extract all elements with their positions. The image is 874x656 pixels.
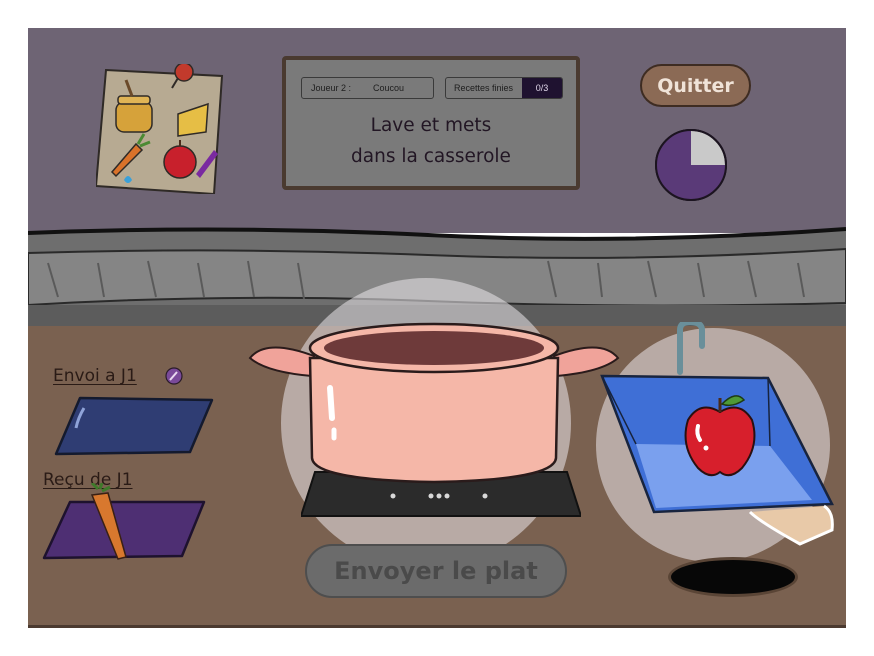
send-to-j1-label: Envoi a J1 [53, 366, 137, 386]
send-tray[interactable] [50, 394, 216, 460]
sink-apple[interactable] [680, 390, 760, 480]
recipes-label: Recettes finies [454, 83, 514, 93]
send-dish-button[interactable]: Envoyer le plat [305, 544, 567, 598]
instruction-line-1: Lave et mets [370, 115, 492, 136]
instruction-text: Lave et mets dans la casserole [286, 110, 576, 172]
carrot-icon [90, 483, 127, 560]
received-carrot[interactable] [78, 483, 130, 563]
recipe-card[interactable] [96, 64, 226, 194]
instruction-line-2: dans la casserole [351, 146, 511, 167]
timer-pie [654, 128, 728, 202]
trash-hole[interactable] [668, 557, 798, 597]
recipes-count: 0/3 [522, 78, 562, 98]
recipes-pill: Recettes finies 0/3 [445, 77, 563, 99]
player-label: Joueur 2 : [311, 83, 352, 93]
player-pill: Joueur 2 : Coucou [301, 77, 434, 99]
apple-icon [684, 395, 756, 477]
game-scene: Joueur 2 : Coucou Recettes finies 0/3 La… [28, 28, 846, 628]
cooking-pot[interactable] [246, 318, 622, 488]
quit-button[interactable]: Quitter [640, 64, 751, 107]
info-board: Joueur 2 : Coucou Recettes finies 0/3 La… [282, 56, 580, 190]
pencil-icon[interactable] [165, 367, 183, 385]
player-name: Coucou [373, 83, 405, 93]
